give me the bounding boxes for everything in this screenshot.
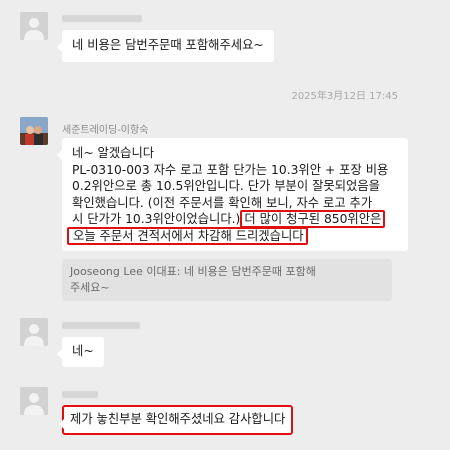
message-line: 네~ 알겠습니다 bbox=[72, 146, 155, 160]
highlight-box: 더 많이 청구된 850위안은 bbox=[240, 210, 386, 228]
profile-photo-icon bbox=[20, 117, 48, 145]
sender-name: 세준트레이딩-이항숙 bbox=[62, 125, 149, 136]
avatar-sender[interactable] bbox=[20, 117, 48, 145]
sender-name-redacted bbox=[62, 322, 140, 329]
default-avatar-icon bbox=[20, 387, 48, 415]
message-line: 시 단가가 10.3위안이었습니다.) 더 많이 청구된 850위안은 bbox=[72, 210, 402, 228]
message-text: 네 비용은 담번주문때 포함해주세요~ bbox=[72, 38, 264, 52]
message-line-part: 시 단가가 10.3위안이었습니다.) bbox=[72, 212, 241, 226]
highlight-box: 오늘 주문서 견적서에서 차감해 드리겠습니다 bbox=[67, 226, 308, 245]
avatar-user-4[interactable] bbox=[20, 387, 48, 415]
message-line: PL-0310-003 자수 로고 포함 단가는 10.3위안 + 포장 비용 bbox=[72, 162, 389, 177]
sender-name-redacted bbox=[62, 15, 142, 22]
quoted-message[interactable]: Jooseong Lee 이대표: 네 비용은 담번주문때 포함해 주세요~ bbox=[62, 259, 392, 301]
message-line: 0.2위안으로 총 10.5위안입니다. 단가 부분이 잘못되었음을 bbox=[72, 179, 380, 193]
avatar-user-3[interactable] bbox=[20, 318, 48, 346]
message-bubble-highlighted[interactable]: 제가 놓친부분 확인해주셨네요 감사합니다 bbox=[58, 405, 294, 435]
quote-line: Jooseong Lee 이대표: 네 비용은 담번주문때 포함해 bbox=[70, 265, 316, 278]
quote-line: 주세요~ bbox=[70, 280, 110, 294]
message-bubble[interactable]: 네~ bbox=[57, 337, 104, 367]
message-text: 네~ bbox=[72, 344, 94, 358]
default-avatar-icon bbox=[20, 318, 48, 346]
avatar-user-1[interactable] bbox=[20, 12, 48, 40]
default-avatar-icon bbox=[20, 12, 48, 40]
message-bubble-long[interactable]: 네~ 알겠습니다 PL-0310-003 자수 로고 포함 단가는 10.3위안… bbox=[57, 138, 408, 251]
sender-name-redacted bbox=[62, 391, 98, 398]
timestamp: 2025年3月12日 17:45 bbox=[291, 91, 398, 102]
message-bubble[interactable]: 네 비용은 담번주문때 포함해주세요~ bbox=[57, 30, 274, 62]
message-line: 확인했습니다. (이전 주문서를 확인해 보니, 자수 로고 추가 bbox=[72, 195, 373, 210]
message-text: 제가 놓친부분 확인해주셨네요 감사합니다 bbox=[70, 412, 286, 426]
message-line: 오늘 주문서 견적서에서 차감해 드리겠습니다 bbox=[67, 226, 402, 245]
